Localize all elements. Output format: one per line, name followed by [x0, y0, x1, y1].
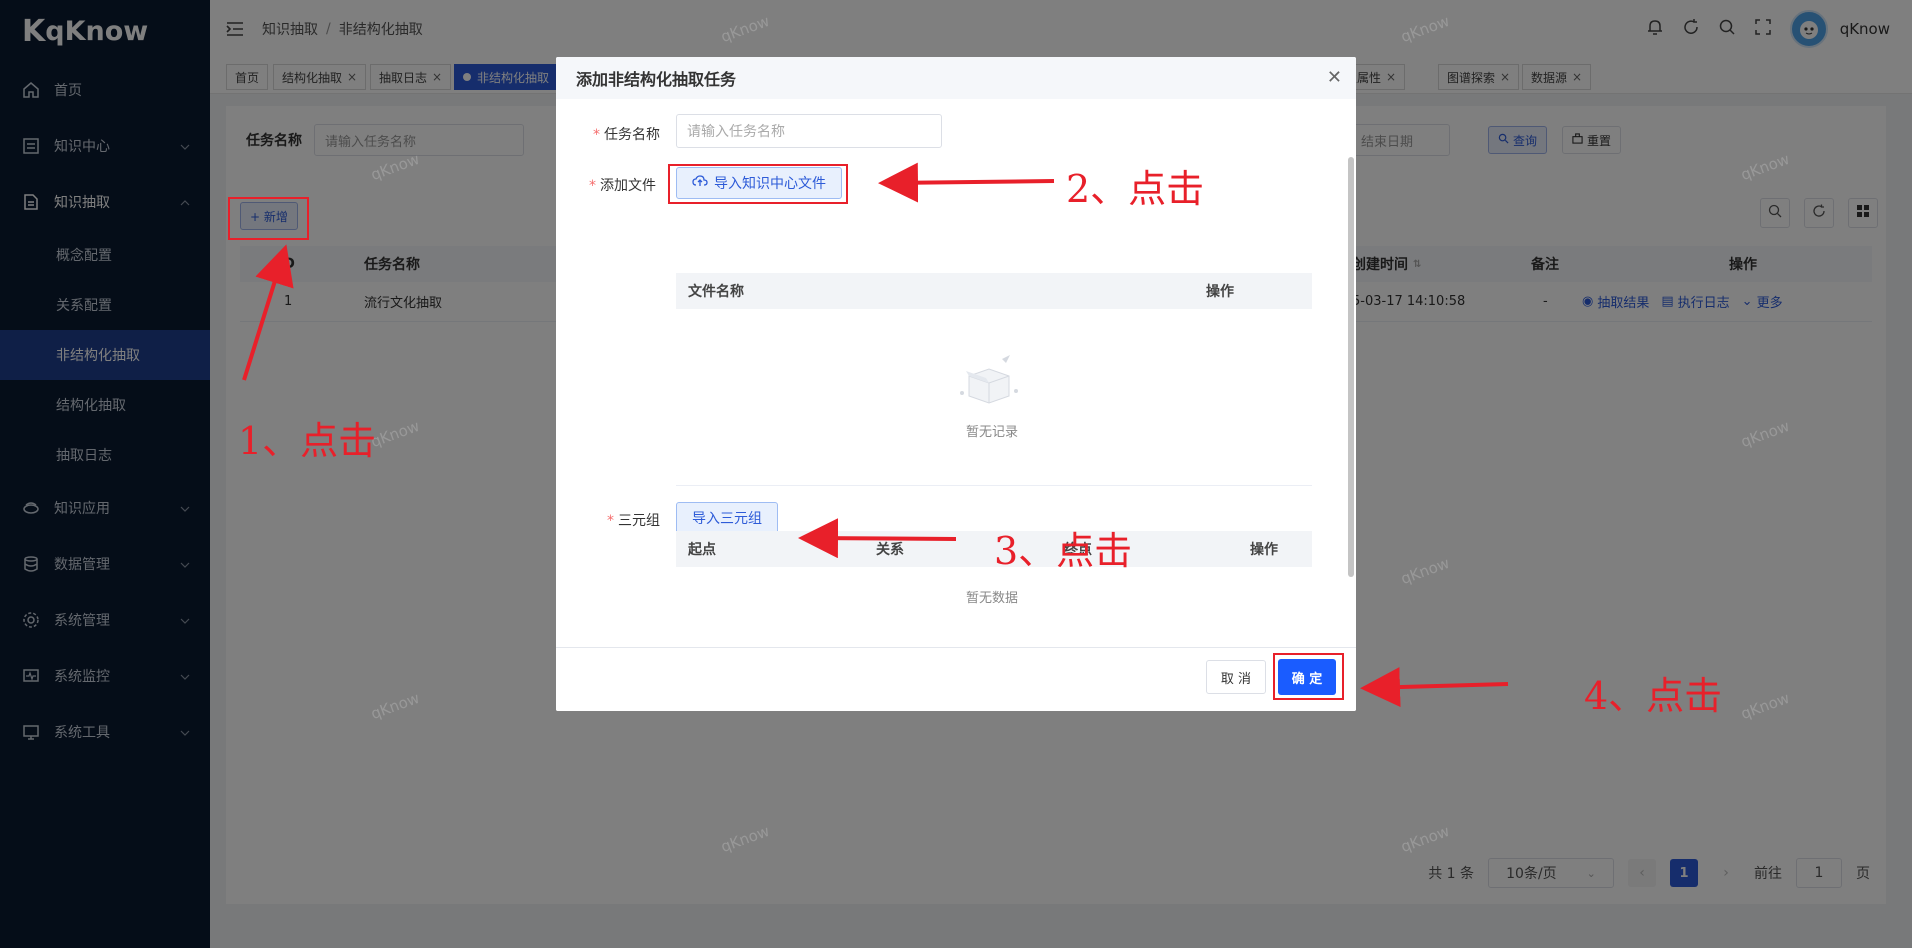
dialog-footer: 取 消 确 定 [556, 647, 1356, 711]
triple-empty-text: 暂无数据 [966, 591, 1019, 606]
annotation-step1: 1、点击 [238, 419, 377, 463]
task-name-label-text: 任务名称 [604, 127, 660, 143]
add-file-label-text: 添加文件 [600, 178, 656, 194]
dialog-scrollbar[interactable] [1348, 157, 1354, 577]
col-relation: 关系 [876, 542, 904, 558]
add-file-form-label: * 添加文件 [589, 178, 656, 194]
import-triple-label: 导入三元组 [692, 511, 762, 527]
import-triple-button[interactable]: 导入三元组 [676, 502, 778, 534]
col-triple-ops: 操作 [1250, 542, 1278, 558]
col-file-name: 文件名称 [688, 284, 744, 300]
triple-form-label: * 三元组 [607, 513, 660, 529]
highlight-confirm-button [1273, 653, 1344, 700]
highlight-import-file-button [668, 164, 848, 204]
dialog-title: 添加非结构化抽取任务 [576, 70, 737, 89]
file-table-header: 文件名称 操作 [676, 273, 1312, 309]
col-file-ops: 操作 [1206, 284, 1234, 300]
triple-label-text: 三元组 [618, 513, 660, 529]
annotation-step3: 3、点击 [994, 529, 1133, 573]
dialog-header: 添加非结构化抽取任务 ✕ [556, 57, 1356, 99]
add-task-dialog: 添加非结构化抽取任务 ✕ * 任务名称 请输入任务名称 * 添加文件 导入知识中心文… [556, 57, 1356, 711]
annotation-step2: 2、点击 [1066, 167, 1205, 211]
empty-box-icon [954, 351, 1024, 415]
file-empty-text: 暂无记录 [966, 425, 1019, 440]
task-name-form-label: * 任务名称 [593, 127, 660, 143]
file-table-divider [676, 485, 1312, 486]
close-icon[interactable]: ✕ [1327, 67, 1342, 88]
col-start: 起点 [688, 542, 716, 558]
annotation-step4: 4、点击 [1584, 674, 1723, 718]
task-name-field[interactable]: 请输入任务名称 [676, 114, 942, 148]
highlight-add-button [228, 197, 309, 240]
cancel-button[interactable]: 取 消 [1206, 660, 1266, 694]
